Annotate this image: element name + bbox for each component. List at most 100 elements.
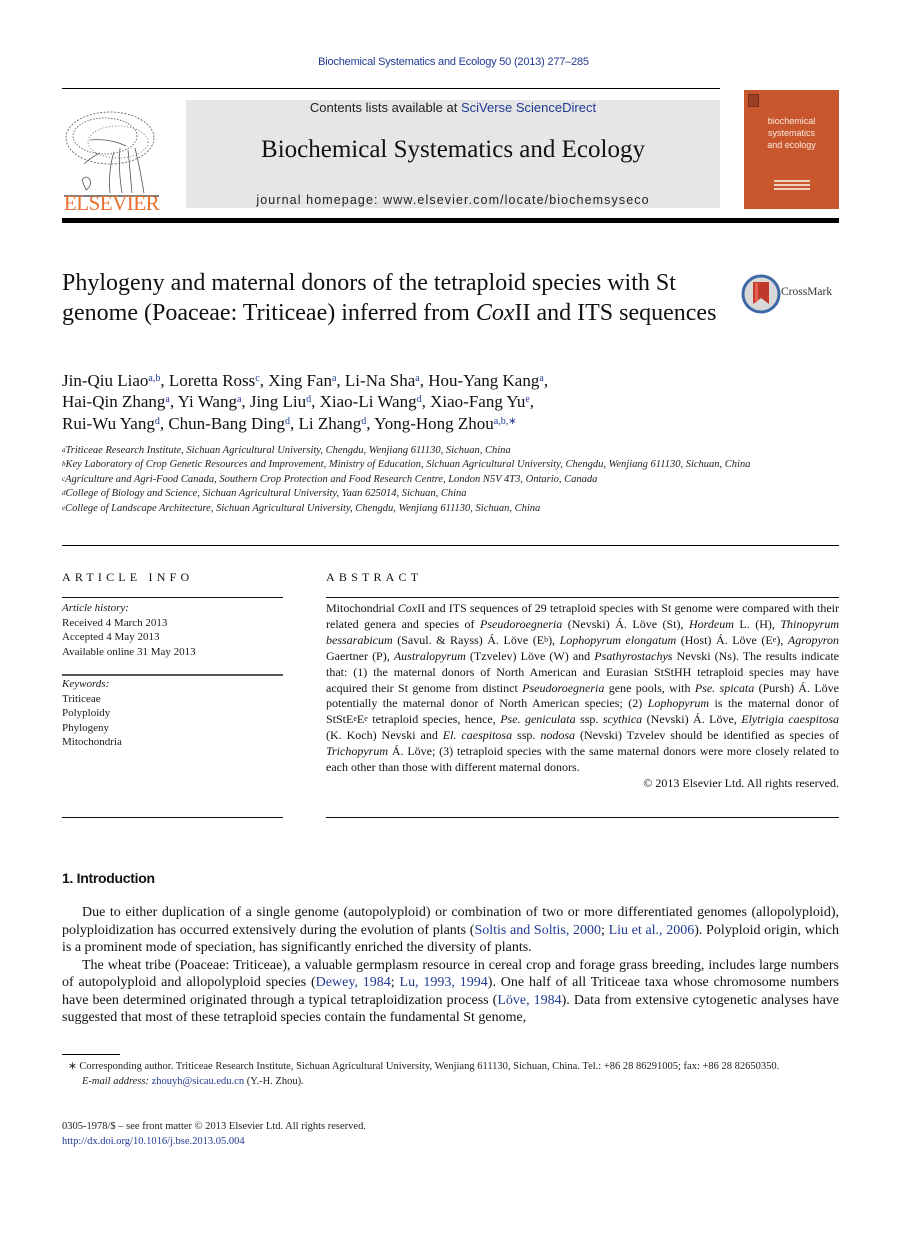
introduction-heading: 1. Introduction bbox=[62, 870, 155, 886]
accepted-date: Accepted 4 May 2013 bbox=[62, 631, 160, 643]
italic-term: Pse. spicata bbox=[694, 680, 755, 695]
abstract-copyright: © 2013 Elsevier Ltd. All rights reserved… bbox=[643, 775, 839, 790]
author-affiliation-marker[interactable]: d bbox=[417, 394, 422, 405]
text-run: Mitochondrial bbox=[326, 601, 398, 615]
author-affiliation-marker[interactable]: a bbox=[539, 373, 543, 384]
citation-link[interactable]: Liu et al., 2006 bbox=[609, 923, 695, 938]
author-affiliation-marker[interactable]: d bbox=[155, 416, 160, 427]
superscript: e bbox=[772, 634, 777, 644]
email-label: E-mail address: bbox=[82, 1076, 149, 1087]
author-name[interactable]: Chun-Bang Ding bbox=[168, 414, 285, 433]
keyword: Triticeae bbox=[62, 692, 101, 705]
header-rule bbox=[62, 88, 720, 89]
affiliation-key: e bbox=[62, 503, 66, 512]
abstract-body: Mitochondrial CoxII and ITS sequences of… bbox=[326, 601, 839, 774]
abstract-text: Mitochondrial CoxII and ITS sequences of… bbox=[326, 601, 839, 792]
text-run: (Nevski) Tzvelev should be identified as… bbox=[575, 728, 839, 743]
affiliation-text: College of Landscape Architecture, Sichu… bbox=[65, 502, 541, 514]
italic-term: Lophopyrum bbox=[647, 696, 710, 711]
author-list: Jin-Qiu Liaoa,b, Loretta Rossc, Xing Fan… bbox=[62, 371, 549, 433]
cover-title-line: biochemical bbox=[767, 116, 816, 126]
citation-link[interactable]: Lu, 1993, 1994 bbox=[400, 975, 488, 990]
affiliation-text: Triticeae Research Institute, Sichuan Ag… bbox=[65, 445, 511, 456]
italic-term: Psathyrostachys bbox=[594, 648, 673, 663]
keywords: Keywords: Triticeae Polyploidy Phylogeny… bbox=[62, 677, 283, 750]
issn-line: 0305-1978/$ – see front matter © 2013 El… bbox=[62, 1121, 366, 1132]
italic-term: Cox bbox=[397, 601, 418, 615]
journal-homepage[interactable]: journal homepage: www.elsevier.com/locat… bbox=[186, 193, 720, 207]
citation-link[interactable]: Soltis and Soltis, 2000 bbox=[474, 923, 601, 938]
author-name[interactable]: Yong-Hong Zhou bbox=[374, 414, 494, 433]
author-name[interactable]: Rui-Wu Yang bbox=[62, 414, 155, 433]
abstract-heading: ABSTRACT bbox=[326, 570, 423, 584]
keyword: Polyploidy bbox=[62, 707, 111, 719]
author-name[interactable]: Yi Wang bbox=[178, 392, 237, 411]
cover-title-line: and ecology bbox=[767, 140, 816, 150]
cover-title-line: systematics bbox=[767, 128, 815, 138]
italic-term: Hordeum bbox=[689, 616, 734, 631]
text-run: ; bbox=[390, 975, 400, 990]
author-affiliation-marker[interactable]: a bbox=[332, 373, 336, 384]
citation-link[interactable]: Dewey, 1984 bbox=[316, 975, 391, 990]
author-name[interactable]: Li Zhang bbox=[298, 414, 361, 433]
text-run: (K. Koch) Nevski and bbox=[326, 728, 443, 743]
abstract-rule bbox=[326, 817, 839, 818]
cover-footer-mark bbox=[774, 180, 810, 190]
superscript: b bbox=[544, 634, 549, 644]
author-name[interactable]: Loretta Ross bbox=[169, 371, 255, 390]
citation-link[interactable]: Löve, 1984 bbox=[497, 993, 561, 1008]
italic-term: Australopyrum bbox=[393, 648, 466, 663]
italic-term: Agropyron bbox=[787, 632, 839, 647]
author-name[interactable]: Hai-Qin Zhang bbox=[62, 392, 165, 411]
author-name[interactable]: Xiao-Li Wang bbox=[320, 392, 417, 411]
introduction-body: Due to either duplication of a single ge… bbox=[62, 904, 839, 1027]
cover-title: biochemical systematics and ecology bbox=[744, 115, 839, 151]
sciencedirect-link[interactable]: SciVerse ScienceDirect bbox=[461, 100, 596, 115]
author-affiliation-marker[interactable]: a bbox=[165, 394, 169, 405]
italic-term: Pseudoroegneria bbox=[522, 680, 605, 695]
author-affiliation-marker[interactable]: d bbox=[306, 394, 311, 405]
text-run: Á. Löve; (3) tetraploid species with the… bbox=[326, 744, 839, 775]
email-link[interactable]: zhouyh@sicau.edu.cn bbox=[152, 1076, 244, 1087]
article-info-rule bbox=[62, 817, 283, 818]
text-run: (Tzvelev) Löve (W) and bbox=[465, 648, 595, 663]
text-run: (Nevski) Á. Löve (St), bbox=[562, 616, 689, 631]
author-affiliation-marker[interactable]: d bbox=[361, 416, 366, 427]
italic-term: Pseudoroegneria bbox=[480, 616, 563, 631]
journal-citation[interactable]: Biochemical Systematics and Ecology 50 (… bbox=[0, 56, 907, 68]
author-affiliation-marker[interactable]: c bbox=[255, 373, 259, 384]
affiliation-key: d bbox=[62, 489, 66, 498]
author-affiliation-marker[interactable]: d bbox=[285, 416, 290, 427]
crossmark-label[interactable]: CrossMark bbox=[781, 286, 832, 298]
keyword: Phylogeny bbox=[62, 721, 110, 734]
corresponding-footnote: ∗ Corresponding author. Triticeae Resear… bbox=[62, 1059, 839, 1089]
doi-link[interactable]: http://dx.doi.org/10.1016/j.bse.2013.05.… bbox=[62, 1134, 839, 1149]
text-run: (Savul. & Rayss) Á. Löve (E bbox=[392, 632, 545, 647]
author-affiliation-marker[interactable]: a bbox=[415, 373, 419, 384]
text-run: tetraploid species, hence, bbox=[367, 712, 501, 727]
affiliation: eCollege of Landscape Architecture, Sich… bbox=[62, 502, 842, 516]
text-run: ; bbox=[601, 922, 609, 938]
text-run: ), bbox=[548, 632, 560, 647]
italic-term: nodosa bbox=[540, 728, 575, 743]
author-name[interactable]: Jin-Qiu Liao bbox=[62, 371, 148, 390]
crossmark-icon[interactable] bbox=[741, 274, 781, 314]
author-name[interactable]: Li-Na Sha bbox=[345, 371, 415, 390]
author-affiliation-marker[interactable]: e bbox=[525, 394, 529, 405]
text-run: (Host) Á. Löve (E bbox=[676, 632, 773, 647]
author-name[interactable]: Xiao-Fang Yu bbox=[430, 392, 525, 411]
author-name[interactable]: Xing Fan bbox=[268, 371, 332, 390]
issn-block: 0305-1978/$ – see front matter © 2013 El… bbox=[62, 1119, 839, 1149]
author-name[interactable]: Hou-Yang Kang bbox=[428, 371, 539, 390]
text-run: (Nevski) Á. Löve, bbox=[642, 712, 742, 727]
author-affiliation-marker[interactable]: a bbox=[237, 394, 241, 405]
author-name[interactable]: Jing Liu bbox=[250, 392, 306, 411]
author-affiliation-marker[interactable]: a,b bbox=[148, 373, 160, 384]
section-rule bbox=[62, 545, 839, 546]
author-affiliation-marker[interactable]: a,b,∗ bbox=[494, 416, 517, 427]
text-run: ), bbox=[776, 632, 788, 647]
text-run: gene pools, with bbox=[604, 680, 695, 695]
affiliation: dCollege of Biology and Science, Sichuan… bbox=[62, 487, 842, 501]
text-run: ssp. bbox=[575, 712, 603, 727]
abstract-rule bbox=[326, 597, 839, 598]
